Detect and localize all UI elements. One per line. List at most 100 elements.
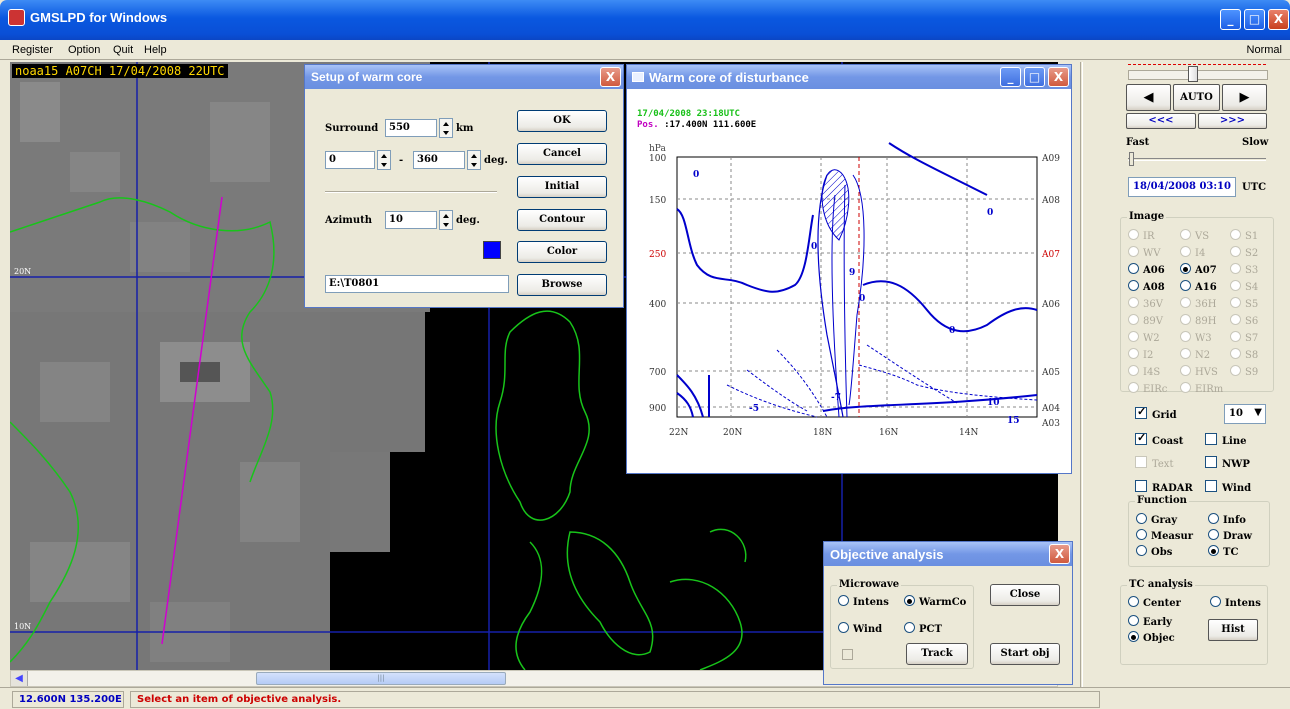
function-draw[interactable]: Draw (1208, 529, 1252, 542)
image-option-w2[interactable]: W2 (1128, 331, 1160, 344)
image-option-eirm[interactable]: EIRm (1180, 382, 1223, 395)
objective-dialog-title[interactable]: Objective analysis (824, 542, 1072, 566)
image-option-n2[interactable]: N2 (1180, 348, 1210, 361)
image-option-vs[interactable]: VS (1180, 229, 1209, 242)
warm-max-icon[interactable]: □ (1024, 67, 1045, 87)
image-option-a08[interactable]: A08 (1128, 280, 1165, 293)
title-bar[interactable]: GMSLPD for Windows _ □ X (0, 0, 1290, 40)
image-option-ir[interactable]: IR (1128, 229, 1154, 242)
close-button[interactable]: X (1268, 9, 1289, 30)
objective-close-icon[interactable]: X (1049, 544, 1070, 564)
speed-slider-thumb[interactable] (1129, 152, 1134, 166)
radio-warmco[interactable]: WarmCo (904, 595, 966, 608)
image-option-a07[interactable]: A07 (1180, 263, 1217, 276)
warm-close-icon[interactable]: X (1048, 67, 1069, 87)
azimuth-spinner[interactable] (439, 210, 453, 230)
line-checkbox[interactable]: Line (1205, 433, 1246, 447)
image-option-36h[interactable]: 36H (1180, 297, 1216, 310)
image-option-36v[interactable]: 36V (1128, 297, 1163, 310)
tc-objec[interactable]: Objec (1128, 631, 1175, 644)
speed-slider-track[interactable] (1128, 158, 1266, 161)
image-option-wv[interactable]: WV (1128, 246, 1161, 259)
image-option-s8[interactable]: S8 (1230, 348, 1258, 361)
menu-register[interactable]: Register (12, 44, 53, 56)
function-info[interactable]: Info (1208, 513, 1246, 526)
tc-center[interactable]: Center (1128, 596, 1181, 609)
function-obs[interactable]: Obs (1136, 545, 1172, 558)
next-button[interactable]: ▶ (1222, 84, 1267, 111)
image-option-s2[interactable]: S2 (1230, 246, 1258, 259)
coast-checkbox[interactable]: Coast (1135, 431, 1183, 447)
wind-checkbox[interactable]: Wind (1205, 480, 1251, 494)
menu-option[interactable]: Option (68, 44, 100, 56)
image-option-s4[interactable]: S4 (1230, 280, 1258, 293)
radio-wind[interactable]: Wind (838, 622, 882, 635)
function-tc[interactable]: TC (1208, 545, 1238, 558)
time-range-track[interactable] (1128, 70, 1268, 80)
tc-early[interactable]: Early (1128, 615, 1172, 628)
image-option-i2[interactable]: I2 (1128, 348, 1153, 361)
browse-button[interactable]: Browse (517, 274, 607, 296)
hist-button[interactable]: Hist (1208, 619, 1258, 641)
grid-checkbox[interactable]: Grid (1135, 405, 1177, 421)
image-option-89v[interactable]: 89V (1128, 314, 1163, 327)
surround-spinner[interactable] (439, 118, 453, 138)
time-range-thumb[interactable] (1188, 66, 1198, 82)
prev-button[interactable]: ◀ (1126, 84, 1171, 111)
image-option-a16[interactable]: A16 (1180, 280, 1217, 293)
image-option-hvs[interactable]: HVS (1180, 365, 1218, 378)
warm-min-icon[interactable]: _ (1000, 67, 1021, 87)
surround-input[interactable]: 550 (385, 119, 437, 137)
start-obj-button[interactable]: Start obj (990, 643, 1060, 665)
radar-checkbox[interactable]: RADAR (1135, 480, 1193, 494)
angle-to-input[interactable]: 360 (413, 151, 465, 169)
track-button[interactable]: Track (906, 643, 968, 665)
minimize-button[interactable]: _ (1220, 9, 1241, 30)
image-option-s6[interactable]: S6 (1230, 314, 1258, 327)
image-option-s5[interactable]: S5 (1230, 297, 1258, 310)
rewind-button[interactable]: <<< (1126, 113, 1196, 129)
menu-quit[interactable]: Quit (113, 44, 133, 56)
azimuth-input[interactable]: 10 (385, 211, 437, 229)
radio-pct[interactable]: PCT (904, 622, 942, 635)
image-option-s1[interactable]: S1 (1230, 229, 1258, 242)
image-option-eirc[interactable]: EIRc (1128, 382, 1167, 395)
nwp-checkbox[interactable]: NWP (1205, 456, 1250, 470)
angle-to-spinner[interactable] (467, 150, 481, 170)
image-option-i4s[interactable]: I4S (1128, 365, 1160, 378)
objective-close-button[interactable]: Close (990, 584, 1060, 606)
ok-button[interactable]: OK (517, 110, 607, 132)
image-option-s3[interactable]: S3 (1230, 263, 1258, 276)
image-option-i4[interactable]: I4 (1180, 246, 1205, 259)
initial-button[interactable]: Initial (517, 176, 607, 198)
function-gray[interactable]: Gray (1136, 513, 1177, 526)
scroll-thumb[interactable]: ||| (256, 672, 506, 685)
function-measur[interactable]: Measur (1136, 529, 1193, 542)
objective-checkbox[interactable] (842, 649, 853, 660)
tc-intens[interactable]: Intens (1210, 596, 1261, 609)
text-checkbox[interactable]: Text (1135, 456, 1173, 470)
forward-button[interactable]: >>> (1198, 113, 1267, 129)
setup-close-icon[interactable]: X (600, 67, 621, 87)
grid-select[interactable]: 10 ▼ (1224, 404, 1266, 424)
azimuth-label: Azimuth (325, 215, 372, 226)
color-button[interactable]: Color (517, 241, 607, 263)
image-option-89h[interactable]: 89H (1180, 314, 1216, 327)
menu-help[interactable]: Help (144, 44, 167, 56)
scroll-left-icon[interactable]: ◀ (11, 671, 28, 686)
image-option-a06[interactable]: A06 (1128, 263, 1165, 276)
maximize-button[interactable]: □ (1244, 9, 1265, 30)
channel-tick: A03 (1041, 419, 1060, 429)
image-option-s7[interactable]: S7 (1230, 331, 1258, 344)
contour-button[interactable]: Contour (517, 209, 607, 231)
datetime-field[interactable]: 18/04/2008 03:10 (1128, 177, 1236, 197)
auto-button[interactable]: AUTO (1173, 84, 1220, 111)
setup-dialog-title[interactable]: Setup of warm core (305, 65, 623, 89)
radio-intens[interactable]: Intens (838, 595, 889, 608)
path-input[interactable]: E:\T0801 (325, 275, 509, 293)
cancel-button[interactable]: Cancel (517, 143, 607, 165)
angle-from-spinner[interactable] (377, 150, 391, 170)
angle-from-input[interactable]: 0 (325, 151, 375, 169)
image-option-s9[interactable]: S9 (1230, 365, 1258, 378)
image-option-w3[interactable]: W3 (1180, 331, 1212, 344)
